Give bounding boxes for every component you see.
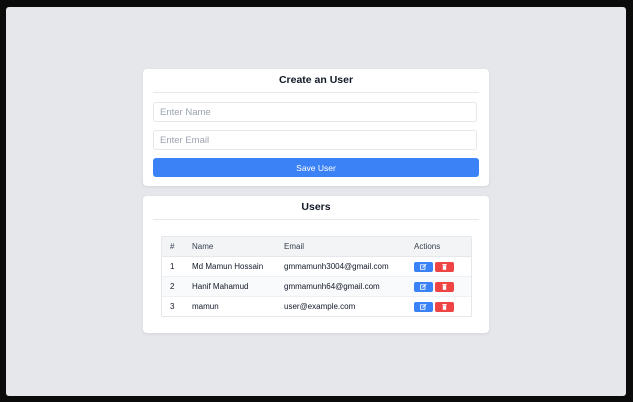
create-user-title: Create an User xyxy=(153,69,479,93)
edit-icon xyxy=(420,263,427,270)
table-header-row: # Name Email Actions xyxy=(162,237,471,257)
name-input[interactable] xyxy=(153,102,477,122)
row-email: gmmamunh64@gmail.com xyxy=(284,276,414,297)
delete-button[interactable] xyxy=(435,261,454,272)
trash-icon xyxy=(442,303,447,310)
delete-button[interactable] xyxy=(435,301,454,312)
trash-icon xyxy=(442,263,447,270)
users-table-wrapper: # Name Email Actions 1 Md Mamun Hossain … xyxy=(161,236,472,317)
edit-icon xyxy=(420,303,427,310)
row-name: mamun xyxy=(192,302,219,311)
column-header-number: # xyxy=(162,237,192,257)
users-card: Users # Name Email Actions 1 Md Mamun Ho… xyxy=(143,196,489,333)
row-name: Hanif Mahamud xyxy=(192,276,284,297)
trash-icon xyxy=(442,283,447,290)
row-number: 3 xyxy=(170,302,175,311)
row-actions xyxy=(414,256,471,277)
row-name: Md Mamun Hossain xyxy=(192,256,284,277)
edit-button[interactable] xyxy=(414,281,433,292)
save-user-button[interactable]: Save User xyxy=(153,158,479,177)
row-actions xyxy=(414,297,471,317)
create-user-card: Create an User Save User xyxy=(143,69,489,186)
users-table: # Name Email Actions 1 Md Mamun Hossain … xyxy=(162,237,471,316)
row-email: user@example.com xyxy=(284,302,356,311)
table-row: 1 Md Mamun Hossain gmmamunh3004@gmail.co… xyxy=(162,256,471,277)
edit-icon xyxy=(420,283,427,290)
table-row: 2 Hanif Mahamud gmmamunh64@gmail.com xyxy=(162,276,471,297)
app-viewport: Create an User Save User Users # Name Em… xyxy=(6,7,626,396)
column-header-name: Name xyxy=(192,237,284,257)
edit-button[interactable] xyxy=(414,301,433,312)
email-input[interactable] xyxy=(153,130,477,150)
edit-button[interactable] xyxy=(414,261,433,272)
delete-button[interactable] xyxy=(435,281,454,292)
users-title: Users xyxy=(153,196,479,220)
column-header-actions: Actions xyxy=(414,237,471,257)
table-row: 3 mamun user@example.com xyxy=(162,297,471,317)
row-email: gmmamunh3004@gmail.com xyxy=(284,256,414,277)
column-header-email: Email xyxy=(284,237,414,257)
row-number: 2 xyxy=(162,276,192,297)
row-number: 1 xyxy=(162,256,192,277)
row-actions xyxy=(414,276,471,297)
